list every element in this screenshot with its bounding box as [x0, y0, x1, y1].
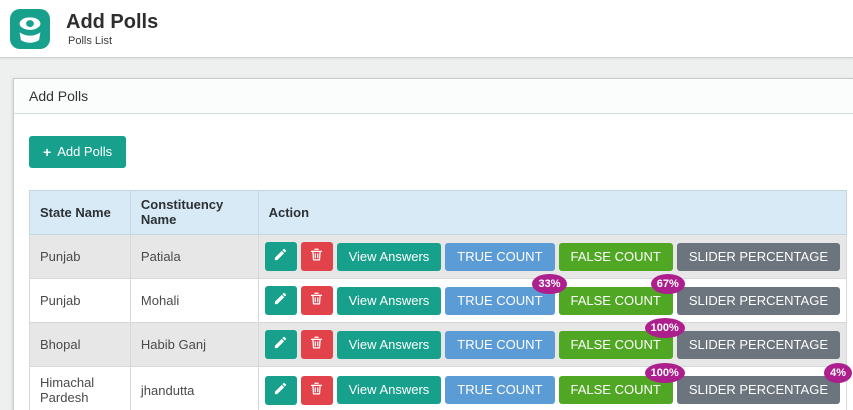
slider-percentage-button[interactable]: SLIDER PERCENTAGE — [677, 287, 840, 315]
panel-body: + Add Polls State Name Constituency Name… — [14, 114, 853, 410]
pencil-icon — [273, 247, 288, 266]
page-subtitle: Polls List — [68, 35, 158, 47]
state-name-cell: Punjab — [30, 279, 131, 323]
trash-icon — [309, 247, 324, 266]
true-count-button[interactable]: TRUE COUNT — [445, 243, 554, 271]
edit-button[interactable] — [265, 376, 297, 405]
pencil-icon — [273, 381, 288, 400]
view-answers-button[interactable]: View Answers — [337, 331, 442, 359]
delete-button[interactable] — [301, 330, 333, 359]
slider-percentage-button[interactable]: SLIDER PERCENTAGE — [677, 376, 840, 404]
constituency-name-cell: Habib Ganj — [130, 323, 258, 367]
polls-table: State Name Constituency Name Action Punj… — [29, 190, 847, 410]
percentage-badge: 33% — [532, 274, 566, 294]
add-polls-button[interactable]: + Add Polls — [29, 136, 126, 168]
pencil-icon — [273, 291, 288, 310]
page-title: Add Polls — [66, 11, 158, 33]
edit-button[interactable] — [265, 286, 297, 315]
slider-percentage-button[interactable]: SLIDER PERCENTAGE — [677, 331, 840, 359]
constituency-name-cell: Mohali — [130, 279, 258, 323]
state-name-cell: Bhopal — [30, 323, 131, 367]
state-name-cell: Punjab — [30, 235, 131, 279]
column-header-state: State Name — [30, 191, 131, 235]
action-cell: View Answers TRUE COUNT FALSE COUNT 100%… — [258, 323, 846, 367]
view-answers-button[interactable]: View Answers — [337, 287, 442, 315]
table-row: Punjab Patiala — [30, 235, 847, 279]
add-polls-button-label: Add Polls — [57, 144, 112, 160]
constituency-name-cell: jhandutta — [130, 367, 258, 410]
pencil-icon — [273, 335, 288, 354]
trash-icon — [309, 381, 324, 400]
true-count-button[interactable]: TRUE COUNT — [445, 331, 554, 359]
panel-title: Add Polls — [14, 79, 853, 114]
edit-button[interactable] — [265, 330, 297, 359]
add-polls-panel: Add Polls + Add Polls State Name Constit… — [13, 78, 853, 410]
false-count-button[interactable]: FALSE COUNT — [559, 243, 673, 271]
column-header-action: Action — [258, 191, 846, 235]
delete-button[interactable] — [301, 286, 333, 315]
edit-button[interactable] — [265, 242, 297, 271]
slider-percentage-button[interactable]: SLIDER PERCENTAGE — [677, 243, 840, 271]
view-answers-button[interactable]: View Answers — [337, 243, 442, 271]
action-cell: View Answers TRUE COUNT FALSE COUNT 100%… — [258, 367, 846, 410]
action-cell: View Answers TRUE COUNT FALSE COUNT SLID… — [258, 235, 846, 279]
poll-bucket-icon — [10, 9, 50, 49]
trash-icon — [309, 335, 324, 354]
delete-button[interactable] — [301, 376, 333, 405]
constituency-name-cell: Patiala — [130, 235, 258, 279]
true-count-button[interactable]: TRUE COUNT — [445, 376, 554, 404]
percentage-badge: 100% — [645, 318, 685, 338]
delete-button[interactable] — [301, 242, 333, 271]
percentage-badge: 67% — [651, 274, 685, 294]
table-row: Punjab Mohali — [30, 279, 847, 323]
table-row: Bhopal Habib Ganj — [30, 323, 847, 367]
action-cell: View Answers TRUE COUNT 33% FALSE COUNT … — [258, 279, 846, 323]
trash-icon — [309, 291, 324, 310]
percentage-badge: 100% — [645, 363, 685, 383]
title-block: Add Polls Polls List — [66, 11, 158, 47]
plus-icon: + — [43, 144, 51, 160]
percentage-badge: 4% — [824, 363, 852, 383]
top-header-bar: Add Polls Polls List — [0, 0, 853, 58]
column-header-constituency: Constituency Name — [130, 191, 258, 235]
view-answers-button[interactable]: View Answers — [337, 376, 442, 404]
state-name-cell: Himachal Pardesh — [30, 367, 131, 410]
table-row: Himachal Pardesh jhandutta — [30, 367, 847, 410]
table-header-row: State Name Constituency Name Action — [30, 191, 847, 235]
